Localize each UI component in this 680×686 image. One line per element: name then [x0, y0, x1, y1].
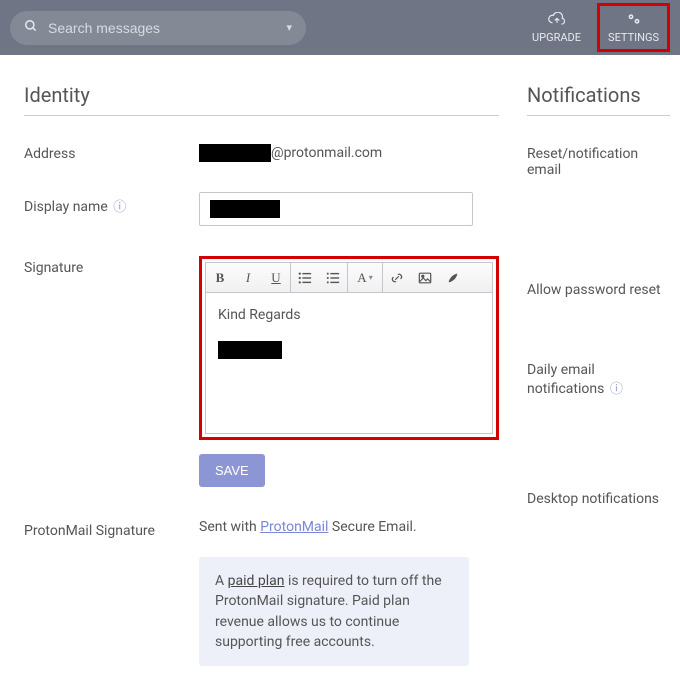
bullet-list-button[interactable] [291, 264, 319, 292]
settings-highlight: SETTINGS [597, 3, 670, 52]
signature-line-1: Kind Regards [218, 307, 480, 323]
settings-label: SETTINGS [608, 31, 659, 44]
italic-button[interactable]: I [234, 264, 262, 292]
signature-highlight: B I U [199, 256, 499, 440]
reset-email-label: Reset/notification email [527, 142, 670, 178]
daily-notifications-label: Daily email notifications ⓘ [527, 358, 670, 397]
info-icon[interactable]: ⓘ [610, 382, 623, 397]
settings-button[interactable]: SETTINGS [600, 6, 667, 49]
chevron-down-icon[interactable]: ▾ [286, 21, 292, 34]
bold-button[interactable]: B [206, 264, 234, 292]
topbar: ▾ UPGRADE SETTINGS [0, 0, 680, 55]
address-value: @protonmail.com [199, 142, 499, 162]
redacted-signature-name [218, 341, 282, 359]
link-button[interactable] [383, 264, 411, 292]
underline-button[interactable]: U [262, 264, 290, 292]
identity-section: Identity Address @protonmail.com Display… [24, 83, 499, 666]
redacted-display-name [210, 200, 280, 218]
pm-signature-value: Sent with ProtonMail Secure Email. A pai… [199, 519, 499, 666]
desktop-notifications-label: Desktop notifications [527, 487, 670, 507]
notifications-section: Notifications Reset/notification email A… [527, 83, 680, 666]
allow-password-reset-label: Allow password reset [527, 278, 670, 298]
upgrade-label: UPGRADE [532, 31, 581, 44]
gears-icon [625, 12, 643, 29]
display-name-label: Display name ⓘ [24, 192, 199, 215]
paid-plan-notice: A paid plan is required to turn off the … [199, 557, 469, 666]
signature-label: Signature [24, 256, 199, 276]
search-input[interactable] [48, 20, 292, 36]
protonmail-link[interactable]: ProtonMail [260, 519, 328, 535]
paid-plan-link[interactable]: paid plan [228, 573, 285, 589]
signature-editor[interactable]: B I U [205, 262, 493, 434]
search-icon [24, 19, 38, 37]
image-button[interactable] [411, 264, 439, 292]
address-domain: @protonmail.com [271, 145, 382, 161]
notifications-heading: Notifications [527, 83, 670, 116]
identity-heading: Identity [24, 83, 499, 116]
font-color-button[interactable]: A▾ [348, 264, 382, 292]
redacted-local-part [199, 144, 271, 162]
row-pm-signature: ProtonMail Signature Sent with ProtonMai… [24, 519, 499, 666]
save-button[interactable]: SAVE [199, 454, 265, 487]
pm-signature-label: ProtonMail Signature [24, 519, 199, 539]
editor-toolbar: B I U [206, 263, 492, 293]
editor-body[interactable]: Kind Regards [206, 293, 492, 433]
upgrade-button[interactable]: UPGRADE [520, 6, 593, 49]
row-display-name: Display name ⓘ [24, 192, 499, 226]
cloud-up-icon [548, 12, 566, 29]
display-name-input[interactable] [199, 192, 473, 226]
row-signature: Signature B I U [24, 256, 499, 440]
search-box[interactable]: ▾ [10, 11, 306, 45]
clear-format-button[interactable] [439, 264, 467, 292]
numbered-list-button[interactable] [319, 264, 347, 292]
content: Identity Address @protonmail.com Display… [0, 55, 680, 686]
row-address: Address @protonmail.com [24, 142, 499, 162]
address-label: Address [24, 142, 199, 162]
info-icon[interactable]: ⓘ [113, 200, 126, 215]
